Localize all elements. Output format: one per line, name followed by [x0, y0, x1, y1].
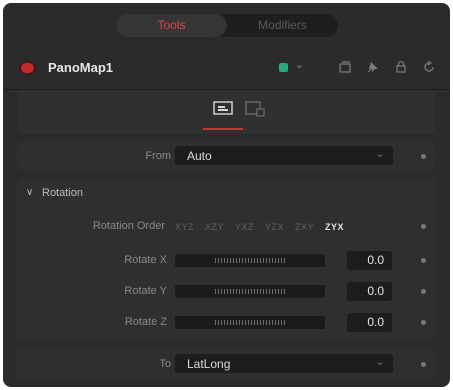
to-value: LatLong — [187, 357, 231, 371]
rotation-section-title[interactable]: Rotation — [42, 187, 83, 199]
rotate-x-label: Rotate X — [124, 254, 167, 266]
node-color-chip[interactable] — [279, 63, 288, 72]
rotate-x-keyframe-button[interactable] — [421, 258, 426, 263]
tab-tools[interactable]: Tools — [116, 14, 227, 37]
tab-switcher: Tools Modifiers — [116, 14, 338, 37]
controls-icon[interactable] — [212, 100, 234, 118]
reset-icon[interactable] — [422, 60, 436, 74]
settings-icon[interactable] — [244, 100, 266, 118]
rotate-y-input[interactable]: 0.0 — [347, 282, 392, 301]
from-label: From — [145, 150, 171, 162]
node-name: PanoMap1 — [48, 60, 114, 75]
rotate-z-keyframe-button[interactable] — [421, 320, 426, 325]
rotate-z-input[interactable]: 0.0 — [347, 313, 392, 332]
from-dropdown[interactable]: Auto ⌄ — [175, 146, 393, 165]
slider-ticks — [215, 258, 285, 263]
chevron-down-icon[interactable]: ⌄ — [295, 58, 304, 71]
chevron-down-icon: ⌄ — [375, 149, 384, 160]
to-dropdown[interactable]: LatLong ⌄ — [175, 354, 393, 373]
rotate-y-label: Rotate Y — [124, 285, 167, 297]
rotate-y-slider[interactable] — [175, 285, 325, 298]
active-view-indicator — [203, 128, 243, 130]
pin-icon[interactable] — [366, 60, 380, 74]
node-header: PanoMap1 ⌄ — [3, 49, 450, 87]
rotate-x-slider[interactable] — [175, 254, 325, 267]
slider-ticks — [215, 289, 285, 294]
chevron-down-icon[interactable]: ∨ — [26, 187, 33, 198]
rotation-section: ∨ Rotation Rotation Order XYZ XZY YXZ YZ… — [17, 178, 435, 340]
from-row: From Auto ⌄ — [17, 142, 435, 170]
chevron-down-icon: ⌄ — [375, 357, 384, 368]
from-value: Auto — [187, 149, 212, 163]
rotation-order-zyx[interactable]: ZYX — [325, 222, 344, 232]
rotate-y-keyframe-button[interactable] — [421, 289, 426, 294]
view-toggle-row — [17, 90, 435, 134]
rotation-order-xyz[interactable]: XYZ — [175, 222, 194, 232]
rotate-z-slider[interactable] — [175, 316, 325, 329]
to-label: To — [159, 358, 171, 370]
lock-icon[interactable] — [394, 60, 408, 74]
inspector-panel: Tools Modifiers PanoMap1 ⌄ From Auto ⌄ ∨… — [3, 3, 450, 387]
slider-ticks — [215, 320, 285, 325]
rotate-z-label: Rotate Z — [124, 316, 167, 328]
tab-modifiers[interactable]: Modifiers — [227, 14, 338, 37]
from-keyframe-button[interactable] — [421, 154, 426, 159]
to-row: To LatLong ⌄ — [17, 348, 435, 380]
rotation-order-options: XYZ XZY YXZ YZX ZXY ZYX — [175, 222, 375, 234]
rotation-order-yxz[interactable]: YXZ — [235, 222, 254, 232]
rotation-order-label: Rotation Order — [92, 220, 165, 232]
to-keyframe-button[interactable] — [421, 362, 426, 367]
inspector-tab-bar: Tools Modifiers — [3, 3, 450, 43]
rotate-x-input[interactable]: 0.0 — [347, 251, 392, 270]
node-enable-toggle[interactable] — [18, 58, 38, 78]
rotation-order-xzy[interactable]: XZY — [205, 222, 224, 232]
node-state-icon — [21, 63, 34, 73]
rotation-order-zxy[interactable]: ZXY — [295, 222, 314, 232]
rotation-order-keyframe-button[interactable] — [421, 224, 426, 229]
version-icon[interactable] — [338, 60, 352, 74]
rotation-order-yzx[interactable]: YZX — [265, 222, 284, 232]
